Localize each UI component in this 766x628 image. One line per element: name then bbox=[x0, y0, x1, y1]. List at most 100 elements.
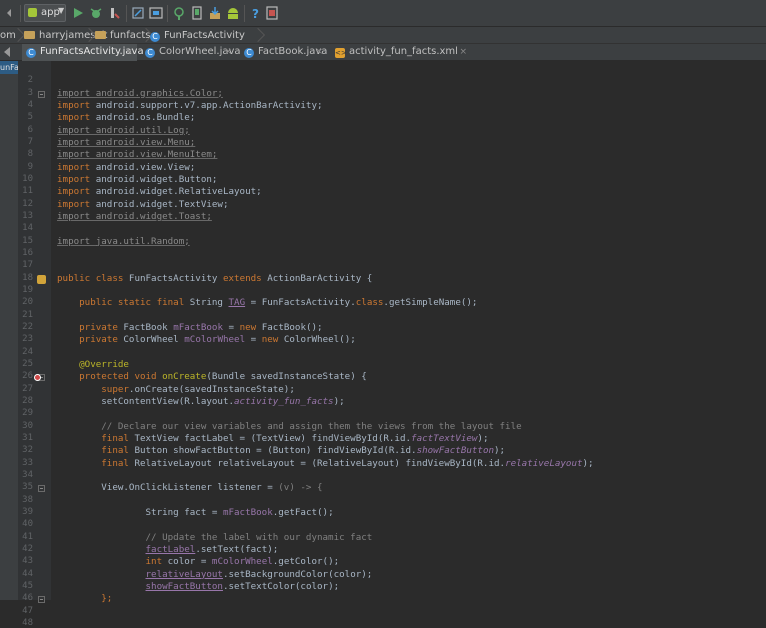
line-number: 41 bbox=[22, 531, 33, 542]
code-token: factTextView bbox=[411, 432, 478, 444]
line-number: 13 bbox=[22, 210, 33, 221]
line-number: 7 bbox=[27, 136, 33, 147]
line-number: 30 bbox=[22, 420, 33, 431]
line-number: 19 bbox=[22, 284, 33, 295]
code-token: android.os.Bundle; bbox=[95, 112, 196, 124]
tab-activity-fun-facts-xml[interactable]: <> activity_fun_facts.xml × bbox=[331, 44, 471, 61]
code-line: import android.view.Menu; bbox=[57, 137, 195, 148]
close-icon[interactable]: × bbox=[315, 44, 323, 60]
device-monitor-icon[interactable] bbox=[264, 5, 280, 21]
close-icon[interactable]: × bbox=[125, 44, 133, 60]
code-token: import bbox=[57, 99, 96, 111]
code-token: // Declare our view variables and assign… bbox=[57, 420, 522, 432]
code-line: private ColorWheel mColorWheel = new Col… bbox=[57, 334, 356, 345]
project-panel-label[interactable]: unFa bbox=[0, 61, 18, 74]
tab-label: activity_fun_facts.xml bbox=[349, 46, 458, 57]
line-number: 4 bbox=[27, 99, 33, 110]
code-token: .getFact(); bbox=[272, 506, 334, 518]
project-structure-icon[interactable] bbox=[148, 5, 164, 21]
code-line: final TextView factLabel = (TextView) fi… bbox=[57, 432, 488, 444]
code-token: @Override bbox=[57, 358, 129, 370]
line-number: 46 bbox=[22, 593, 33, 604]
code-line: import android.os.Bundle; bbox=[57, 112, 195, 123]
code-line: import android.util.Log; bbox=[57, 125, 190, 136]
code-line: setContentView(R.layout.activity_fun_fac… bbox=[57, 395, 345, 407]
gradle-sync-icon[interactable] bbox=[171, 5, 187, 21]
breadcrumb-separator bbox=[140, 27, 148, 44]
line-number: 11 bbox=[22, 186, 33, 197]
code-token: ); bbox=[582, 457, 594, 469]
close-icon[interactable]: × bbox=[459, 44, 467, 60]
toolbar-separator bbox=[167, 5, 168, 22]
line-number: 39 bbox=[22, 506, 33, 517]
code-line: import android.graphics.Color; bbox=[57, 88, 223, 99]
code-token: ); bbox=[333, 395, 345, 407]
code-line: showFactButton.setTextColor(color); bbox=[57, 580, 340, 592]
code-token: String fact = bbox=[57, 506, 223, 518]
line-number: 5 bbox=[27, 112, 33, 123]
code-token: FactBook(); bbox=[261, 321, 323, 333]
line-number: 48 bbox=[22, 617, 33, 628]
class-marker-icon[interactable] bbox=[37, 274, 46, 284]
line-number: 15 bbox=[22, 235, 33, 246]
code-token: import bbox=[57, 198, 96, 210]
code-token: .getSimpleName(); bbox=[383, 297, 478, 309]
tab-factbook[interactable]: C FactBook.java × bbox=[240, 44, 327, 61]
code-token: FunFactsActivity bbox=[128, 272, 223, 284]
breadcrumb-separator bbox=[83, 27, 91, 44]
avd-manager-icon[interactable] bbox=[189, 5, 205, 21]
code-token: import bbox=[57, 186, 96, 198]
android-icon[interactable] bbox=[225, 5, 241, 21]
code-token: final bbox=[57, 432, 135, 444]
svg-text:?: ? bbox=[252, 7, 259, 21]
line-number: 44 bbox=[22, 568, 33, 579]
run-config-select[interactable]: app ▼ bbox=[24, 4, 66, 22]
undo-icon[interactable] bbox=[3, 5, 19, 21]
code-token: .setText(fact); bbox=[195, 543, 279, 555]
attach-debugger-icon[interactable] bbox=[106, 5, 122, 21]
tab-colorwheel[interactable]: C ColorWheel.java × bbox=[141, 44, 241, 61]
toolbar-separator bbox=[244, 5, 245, 22]
help-icon[interactable]: ? bbox=[248, 5, 264, 21]
code-line: View.OnClickListener listener = (v) -> { bbox=[57, 482, 322, 493]
code-token: relativeLayout bbox=[505, 457, 583, 469]
code-token: .onCreate(savedInstanceState); bbox=[128, 383, 295, 395]
line-number: 14 bbox=[22, 223, 33, 234]
toolbar-separator bbox=[126, 5, 127, 22]
code-token: import bbox=[57, 173, 96, 185]
breadcrumb: om harryjamesuk funfacts C FunFactsActivi… bbox=[0, 27, 766, 44]
code-token: = bbox=[222, 321, 240, 333]
tab-scroll-left-icon[interactable] bbox=[4, 47, 10, 57]
code-line: import android.support.v7.app.ActionBarA… bbox=[57, 100, 323, 111]
code-line: super.onCreate(savedInstanceState); bbox=[57, 384, 295, 395]
line-number: 21 bbox=[22, 309, 33, 320]
line-number: 27 bbox=[22, 383, 33, 394]
code-token: import android.graphics.Color; bbox=[57, 87, 223, 99]
code-line: import java.util.Random; bbox=[57, 236, 190, 247]
android-app-icon bbox=[28, 8, 37, 17]
code-token: factLabel bbox=[145, 543, 196, 555]
code-line: @Override bbox=[57, 359, 129, 370]
breadcrumb-item[interactable]: C FunFactsActivity bbox=[150, 28, 245, 43]
debug-icon[interactable] bbox=[88, 5, 104, 21]
code-token: .setTextColor(color); bbox=[222, 580, 340, 592]
breadcrumb-label: FunFactsActivity bbox=[164, 30, 245, 41]
sync-icon[interactable] bbox=[130, 5, 146, 21]
sdk-manager-icon[interactable] bbox=[207, 5, 223, 21]
fold-toggle-icon[interactable] bbox=[38, 485, 45, 493]
tab-funfactsactivity[interactable]: C FunFactsActivity.java × bbox=[22, 44, 144, 61]
code-line: // Declare our view variables and assign… bbox=[57, 420, 522, 432]
left-tool-strip bbox=[0, 61, 18, 600]
run-icon[interactable] bbox=[70, 5, 86, 21]
code-line: public static final String TAG = FunFact… bbox=[57, 297, 477, 308]
code-token: int bbox=[57, 556, 168, 568]
fold-toggle-icon[interactable] bbox=[38, 90, 45, 98]
line-number: 22 bbox=[22, 321, 33, 332]
code-token: relativeLayout bbox=[145, 568, 223, 580]
code-line: factLabel.setText(fact); bbox=[57, 543, 279, 555]
close-icon[interactable]: × bbox=[224, 44, 232, 60]
line-number: 47 bbox=[22, 605, 33, 616]
code-token: import android.util.Log; bbox=[57, 124, 190, 136]
code-token: showFactButton bbox=[145, 580, 223, 592]
line-number: 43 bbox=[22, 556, 33, 567]
